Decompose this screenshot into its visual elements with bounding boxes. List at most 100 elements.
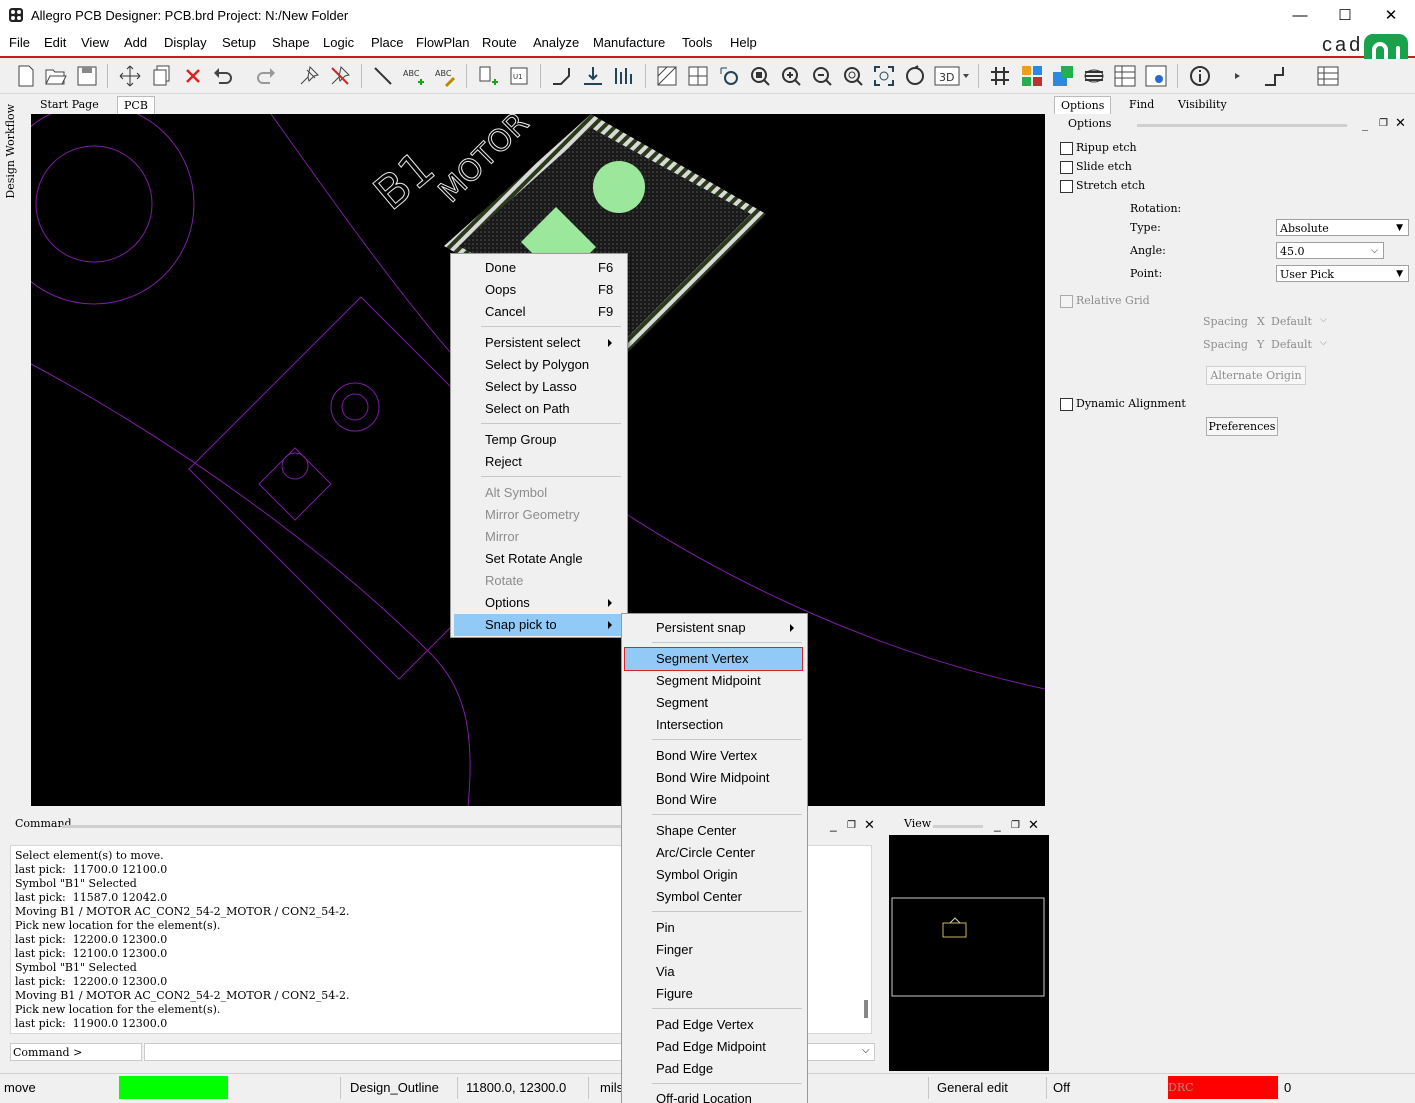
constraint-manager-icon[interactable] — [1113, 64, 1137, 88]
snap-item-pin[interactable]: Pin — [625, 917, 802, 939]
tab-pcb[interactable]: PCB — [117, 96, 155, 114]
tab-visibility[interactable]: Visibility — [1172, 96, 1233, 113]
move-icon[interactable] — [118, 64, 142, 88]
delete-icon[interactable] — [181, 64, 205, 88]
ripup-etch-checkbox[interactable] — [1060, 142, 1073, 155]
info-icon[interactable] — [1188, 64, 1212, 88]
menu-item-options[interactable]: Options — [454, 592, 622, 614]
view-panel-drag-bar[interactable] — [933, 825, 983, 828]
preferences-button[interactable]: Preferences — [1206, 417, 1278, 436]
color-dialog-icon[interactable] — [1020, 64, 1044, 88]
command-panel-drag-bar[interactable] — [62, 825, 622, 828]
panel-restore-icon[interactable]: ❐ — [1379, 118, 1388, 129]
view-minimize-icon[interactable]: _ — [994, 818, 1001, 832]
menu-item-cancel[interactable]: Cancel F9 — [454, 301, 622, 323]
menu-shape[interactable]: Shape — [272, 35, 310, 50]
menu-help[interactable]: Help — [730, 35, 757, 50]
menu-add[interactable]: Add — [124, 35, 147, 50]
open-folder-icon[interactable] — [44, 64, 68, 88]
menu-item-select-by-polygon[interactable]: Select by Polygon — [454, 354, 622, 376]
undo-icon[interactable] — [211, 64, 235, 88]
edit-text-icon[interactable]: ABC — [434, 64, 458, 88]
snap-item-bond-wire[interactable]: Bond Wire — [625, 789, 802, 811]
snap-item-segment[interactable]: Segment — [625, 692, 802, 714]
history-scrollbar-thumb[interactable] — [864, 1000, 868, 1018]
component-icon[interactable]: U1 — [507, 64, 531, 88]
zoom-world-icon[interactable] — [841, 64, 865, 88]
menu-edit[interactable]: Edit — [44, 35, 66, 50]
toolbar-overflow-icon[interactable] — [1232, 64, 1244, 88]
snap-item-persistent-snap[interactable]: Persistent snap — [625, 617, 802, 639]
menu-item-select-by-lasso[interactable]: Select by Lasso — [454, 376, 622, 398]
status-drc-indicator[interactable]: DRC — [1168, 1076, 1278, 1099]
shadow-mode-icon[interactable] — [1082, 64, 1106, 88]
snap-item-bond-wire-midpoint[interactable]: Bond Wire Midpoint — [625, 767, 802, 789]
menu-display[interactable]: Display — [164, 35, 207, 50]
snap-item-symbol-origin[interactable]: Symbol Origin — [625, 864, 802, 886]
menu-item-select-on-path[interactable]: Select on Path — [454, 398, 622, 420]
snap-item-intersection[interactable]: Intersection — [625, 714, 802, 736]
tab-find[interactable]: Find — [1123, 96, 1160, 113]
menu-view[interactable]: View — [81, 35, 109, 50]
delay-tune-icon[interactable] — [612, 64, 636, 88]
zoom-selection-icon[interactable] — [872, 64, 896, 88]
menu-item-oops[interactable]: Oops F8 — [454, 279, 622, 301]
menu-place[interactable]: Place — [371, 35, 404, 50]
unpin-icon[interactable] — [328, 64, 352, 88]
rotation-angle-combo[interactable]: 45.0 ⌵ — [1276, 242, 1384, 259]
snap-item-segment-vertex[interactable]: Segment Vertex — [624, 647, 803, 671]
menu-item-snap-pick-to[interactable]: Snap pick to — [454, 614, 622, 636]
shape-edit-icon[interactable] — [1262, 64, 1286, 88]
dynamic-alignment-checkbox[interactable] — [1060, 398, 1073, 411]
menu-manufacture[interactable]: Manufacture — [593, 35, 665, 50]
close-window-button[interactable]: ✕ — [1368, 3, 1414, 29]
panel-drag-bar[interactable] — [1137, 124, 1347, 127]
menu-item-rotate[interactable]: Rotate — [454, 570, 622, 592]
relative-grid-checkbox[interactable] — [1060, 295, 1073, 308]
menu-tools[interactable]: Tools — [682, 35, 712, 50]
tab-start-page[interactable]: Start Page — [34, 96, 105, 113]
copy-icon[interactable] — [150, 64, 174, 88]
menu-logic[interactable]: Logic — [323, 35, 354, 50]
options-settings-icon[interactable] — [1144, 64, 1168, 88]
redo-icon[interactable] — [254, 64, 278, 88]
status-units[interactable]: mils — [600, 1080, 623, 1095]
menu-setup[interactable]: Setup — [222, 35, 256, 50]
command-minimize-icon[interactable]: _ — [830, 818, 837, 832]
grid-toggle-icon[interactable] — [988, 64, 1012, 88]
view-close-icon[interactable]: ✕ — [1028, 817, 1039, 833]
layer-visibility-icon[interactable] — [1051, 64, 1075, 88]
spacing-y-value[interactable]: Default — [1271, 338, 1312, 351]
menu-item-mirror[interactable]: Mirror — [454, 526, 622, 548]
world-view[interactable] — [889, 835, 1049, 1071]
rats-all-icon[interactable] — [686, 64, 710, 88]
menu-analyze[interactable]: Analyze — [533, 35, 579, 50]
snap-item-finger[interactable]: Finger — [625, 939, 802, 961]
snap-item-via[interactable]: Via — [625, 961, 802, 983]
snap-item-segment-midpoint[interactable]: Segment Midpoint — [625, 670, 802, 692]
rotation-point-select[interactable]: User Pick ▼ — [1276, 265, 1409, 282]
menu-flowplan[interactable]: FlowPlan — [416, 35, 469, 50]
redraw-icon[interactable] — [903, 64, 927, 88]
minimize-button[interactable]: — — [1277, 3, 1323, 29]
zoom-fit-icon[interactable] — [748, 64, 772, 88]
tab-options[interactable]: Options — [1054, 96, 1112, 114]
slide-icon[interactable] — [581, 64, 605, 88]
stretch-etch-checkbox[interactable] — [1060, 180, 1073, 193]
snap-item-pad-edge[interactable]: Pad Edge — [625, 1058, 802, 1080]
menu-item-done[interactable]: Done F6 — [454, 257, 622, 279]
menu-route[interactable]: Route — [482, 35, 517, 50]
slide-etch-checkbox[interactable] — [1060, 161, 1073, 174]
design-workflow-tab[interactable]: Design Workflow — [2, 104, 22, 204]
menu-item-reject[interactable]: Reject — [454, 451, 622, 473]
pin-icon[interactable] — [297, 64, 321, 88]
menu-item-alt-symbol[interactable]: Alt Symbol — [454, 482, 622, 504]
add-text-icon[interactable]: ABC — [402, 64, 426, 88]
table-icon[interactable] — [1316, 64, 1340, 88]
route-connect-icon[interactable] — [550, 64, 574, 88]
command-dropdown-icon[interactable]: ⌵ — [862, 1045, 870, 1056]
zoom-in-icon[interactable] — [779, 64, 803, 88]
menu-item-temp-group[interactable]: Temp Group — [454, 429, 622, 451]
snap-item-pad-edge-midpoint[interactable]: Pad Edge Midpoint — [625, 1036, 802, 1058]
snap-item-shape-center[interactable]: Shape Center — [625, 820, 802, 842]
